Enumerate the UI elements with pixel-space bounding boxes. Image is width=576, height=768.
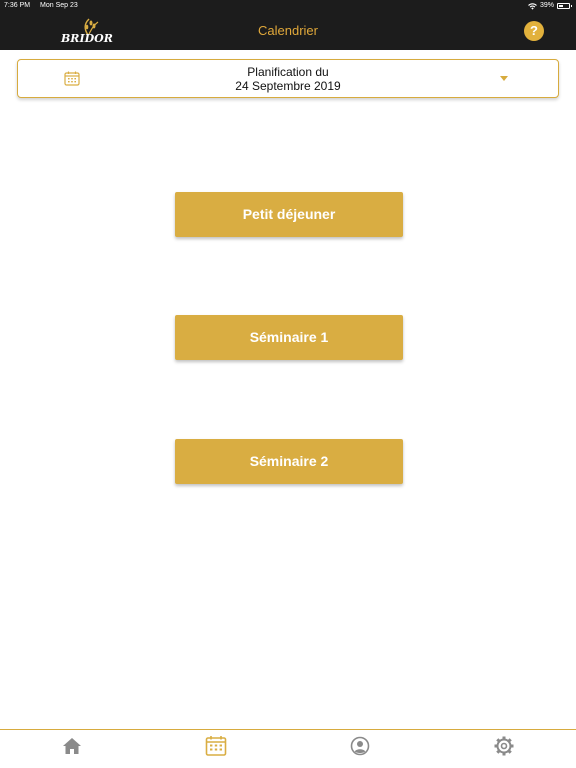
tab-settings[interactable] (493, 735, 515, 757)
battery-icon (557, 3, 572, 9)
profile-icon (350, 736, 370, 756)
help-button[interactable]: ? (524, 21, 544, 41)
tab-calendar[interactable] (205, 735, 227, 757)
page-title: Calendrier (258, 23, 318, 38)
home-icon (63, 738, 81, 754)
chevron-down-icon (500, 76, 508, 81)
calendar-icon (205, 736, 227, 756)
date-picker-date: 24 Septembre 2019 (235, 79, 341, 93)
wifi-icon (528, 2, 537, 10)
status-bar: 7:36 PM Mon Sep 23 39% (0, 0, 576, 12)
event-button-seminaire-2[interactable]: Séminaire 2 (175, 439, 403, 484)
status-time: 7:36 PM (4, 2, 31, 9)
tab-profile[interactable] (349, 735, 371, 757)
tab-home[interactable] (61, 735, 83, 757)
battery-percent: 39% (539, 2, 554, 9)
event-button-seminaire-1[interactable]: Séminaire 1 (175, 315, 403, 360)
nav-bar: BRIDOR Calendrier (0, 12, 576, 50)
date-picker[interactable]: Planification du 24 Septembre 2019 (17, 59, 559, 98)
gear-icon (494, 736, 514, 756)
date-picker-label-line1: Planification du (247, 65, 329, 79)
status-date: Mon Sep 23 (40, 2, 78, 9)
tab-bar (0, 729, 576, 768)
date-picker-label: Planification du 24 Septembre 2019 (18, 65, 558, 93)
event-button-petit-dejeuner[interactable]: Petit déjeuner (175, 192, 403, 237)
